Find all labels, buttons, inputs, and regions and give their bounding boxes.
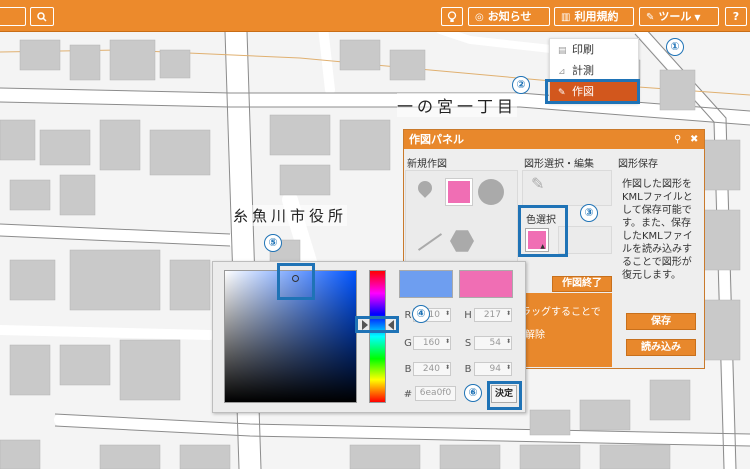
terms-button[interactable]: ▥ 利用規約 [554,7,634,26]
close-icon[interactable]: ✖ [690,130,698,149]
marker-1: ① [666,38,684,56]
menu-item-label: 印刷 [572,43,594,56]
tools-button[interactable]: ✎ ツール ▼ [639,7,719,26]
marker-5: ⑤ [264,234,282,252]
help-button[interactable]: ? [725,7,747,26]
news-button[interactable]: ◎ お知らせ [468,7,550,26]
print-icon: ▤ [558,46,567,56]
terms-label: 利用規約 [574,10,619,23]
highlight-confirm-button [487,381,522,410]
lightbulb-button[interactable] [441,7,463,26]
field-label-brightness: B [464,364,472,375]
sidebar-toggle-button[interactable] [0,7,26,26]
lightbulb-icon [447,11,457,22]
spinner-icon[interactable]: ⬍ [506,364,511,371]
shape-select-label: 図形選択・編集 [524,159,594,170]
panel-title: 作図パネル [409,133,464,146]
news-icon: ◎ [475,12,484,23]
menu-item-label: 計測 [572,64,594,77]
marker-2: ② [512,76,530,94]
polygon-shape-tool[interactable] [450,230,474,252]
square-shape-tool[interactable] [445,178,473,206]
search-icon [37,12,47,22]
highlight-hue-handle [355,316,399,333]
spinner-icon[interactable]: ⬍ [445,310,450,317]
top-toolbar: ◎ お知らせ ▥ 利用規約 ✎ ツール ▼ ? [0,0,750,32]
book-icon: ▥ [561,12,571,23]
circle-shape-tool[interactable] [478,179,504,205]
release-label[interactable]: 解除 [525,326,545,341]
menu-item-measure[interactable]: ⊿ 計測 [550,60,638,81]
finish-drawing-button[interactable]: 作図終了 [552,276,612,292]
hex-label: # [403,389,413,400]
save-description: 作図した図形をKMLファイルとして保存可能です。また、保存したKMLファイルを読… [622,179,693,281]
current-color-swatch [399,270,453,298]
field-label-h: H [464,310,472,321]
new-color-swatch [459,270,513,298]
map-label-city-hall: 糸魚川市役所 [233,205,348,226]
highlight-sv-cursor [277,263,315,300]
map-label-ichinomiya: 一の宮一丁目 [397,93,518,117]
save-button[interactable]: 保存 [626,313,696,330]
field-label-s: S [464,338,472,349]
panel-header[interactable]: 作図パネル ⚲ ✖ [404,130,704,149]
new-drawing-tools [405,170,518,270]
highlight-drawing-menu [545,79,640,104]
shape-save-label: 図形保存 [618,159,658,170]
spinner-icon[interactable]: ⬍ [506,310,511,317]
hue-slider[interactable] [369,270,386,403]
tools-label: ツール [658,10,692,23]
spinner-icon[interactable]: ⬍ [445,338,450,345]
caret-down-icon: ▼ [694,13,701,22]
marker-3: ③ [580,204,598,222]
drag-hint-text: ラッグすることで [521,307,601,318]
marker-6: ⑥ [464,384,482,402]
line-shape-tool[interactable] [417,233,443,251]
hex-input[interactable]: 6ea0f0 [415,386,456,401]
wrench-icon: ✎ [646,12,655,23]
spinner-icon[interactable]: ⬍ [445,364,450,371]
new-drawing-label: 新規作図 [407,159,447,170]
edit-pen-icon[interactable]: ✎ [531,174,549,193]
news-label: お知らせ [487,10,532,23]
highlight-color-select [518,205,568,257]
spinner-icon[interactable]: ⬍ [506,338,511,345]
menu-item-print[interactable]: ▤ 印刷 [550,39,638,60]
search-button[interactable] [30,7,54,26]
pin-icon[interactable]: ⚲ [674,130,681,149]
marker-4: ④ [412,305,430,323]
pin-shape-tool[interactable] [415,178,435,198]
load-button[interactable]: 読み込み [626,339,696,356]
